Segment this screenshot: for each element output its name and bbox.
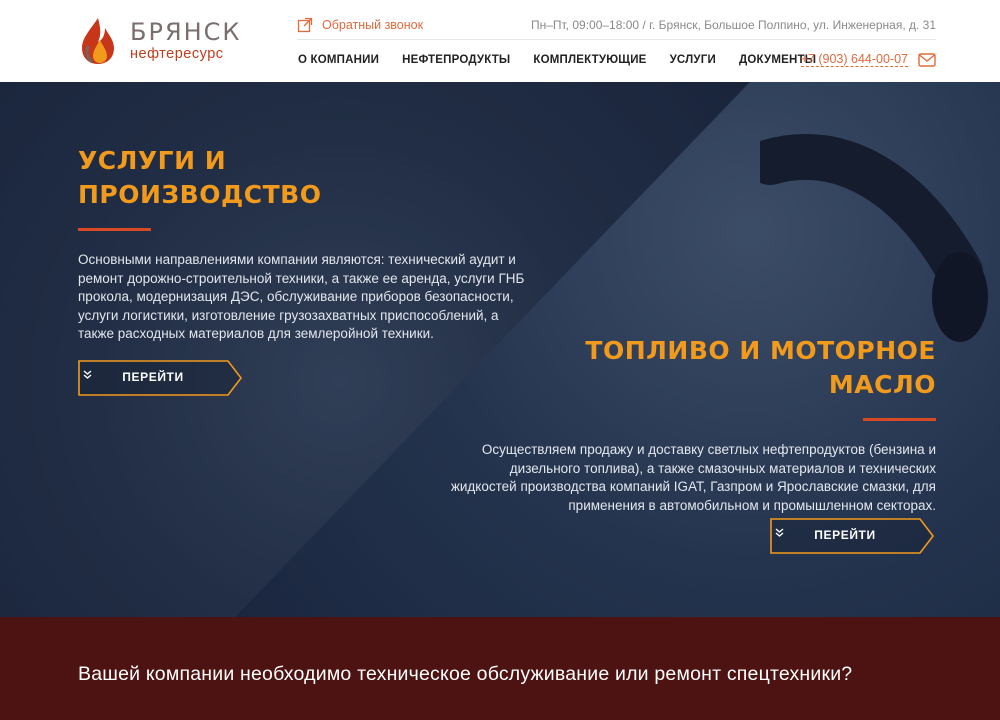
site-header: БРЯНСК нефтересурс Обратный звонок Пн–Пт… bbox=[0, 0, 1000, 82]
services-go-button[interactable]: ПЕРЕЙТИ bbox=[78, 360, 243, 396]
callback-label: Обратный звонок bbox=[322, 18, 424, 32]
flame-drop-logo-icon bbox=[82, 18, 114, 64]
logo-subtitle: нефтересурс bbox=[130, 46, 224, 63]
fuel-block: ТОПЛИВО И МОТОРНОЕ МАСЛО Осуществляем пр… bbox=[450, 334, 936, 515]
logo[interactable]: БРЯНСК нефтересурс bbox=[78, 16, 241, 66]
fuel-go-label: ПЕРЕЙТИ bbox=[770, 528, 920, 542]
cta-banner-text: Вашей компании необходимо техническое об… bbox=[78, 663, 853, 685]
nav-item-services[interactable]: УСЛУГИ bbox=[670, 54, 716, 66]
chevron-double-down-icon bbox=[775, 528, 784, 537]
nav-item-about[interactable]: О КОМПАНИИ bbox=[298, 54, 379, 66]
cta-banner: Вашей компании необходимо техническое об… bbox=[0, 617, 1000, 720]
nav-item-oil-products[interactable]: НЕФТЕПРОДУКТЫ bbox=[402, 54, 510, 66]
nav-item-components[interactable]: КОМПЛЕКТУЮЩИЕ bbox=[533, 54, 646, 66]
logo-name: БРЯНСК bbox=[130, 18, 242, 47]
hero-section: УСЛУГИ И ПРОИЗВОДСТВО Основными направле… bbox=[0, 82, 1000, 617]
external-link-icon bbox=[297, 17, 313, 33]
fuel-go-button[interactable]: ПЕРЕЙТИ bbox=[770, 518, 935, 554]
main-nav: О КОМПАНИИ НЕФТЕПРОДУКТЫ КОМПЛЕКТУЮЩИЕ У… bbox=[298, 54, 839, 66]
header-divider bbox=[297, 39, 936, 40]
callback-link[interactable]: Обратный звонок bbox=[297, 17, 423, 33]
services-description: Основными направлениями компании являютс… bbox=[78, 252, 525, 341]
services-title: УСЛУГИ И ПРОИЗВОДСТВО bbox=[78, 146, 322, 209]
chevron-double-down-icon bbox=[83, 370, 92, 379]
fuel-title: ТОПЛИВО И МОТОРНОЕ МАСЛО bbox=[585, 336, 936, 399]
services-title-underline bbox=[78, 228, 151, 231]
fuel-description: Осуществляем продажу и доставку светлых … bbox=[450, 442, 936, 513]
services-block: УСЛУГИ И ПРОИЗВОДСТВО Основными направле… bbox=[78, 144, 538, 344]
phone-link[interactable]: +7 (903) 644-00-07 bbox=[800, 52, 908, 67]
mail-icon[interactable] bbox=[918, 53, 936, 67]
fuel-title-underline bbox=[863, 418, 936, 421]
services-go-label: ПЕРЕЙТИ bbox=[78, 370, 228, 384]
hours-address: Пн–Пт, 09:00–18:00 / г. Брянск, Большое … bbox=[530, 18, 936, 32]
